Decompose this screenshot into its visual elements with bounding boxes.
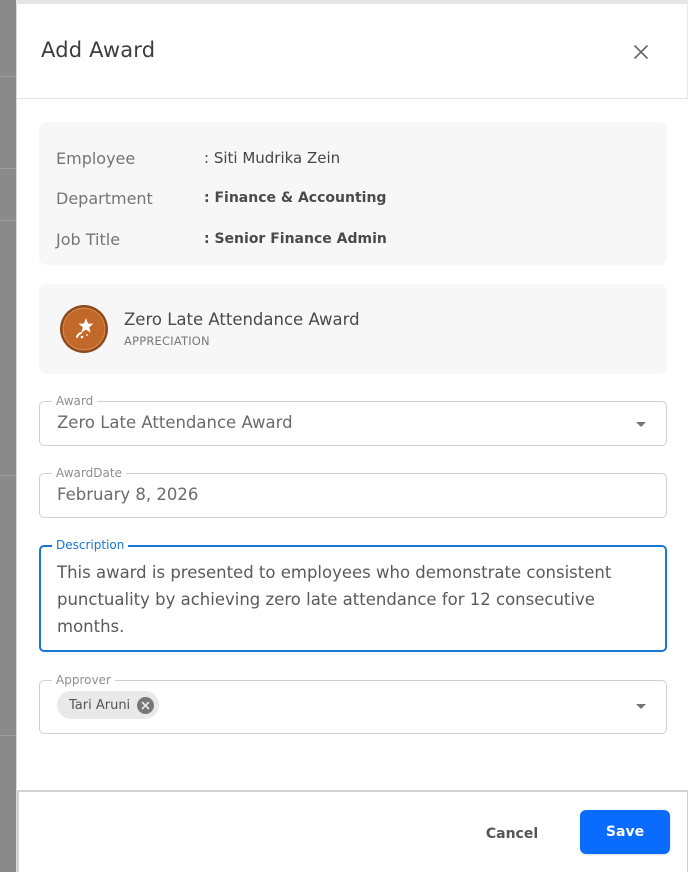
star-medal-icon <box>60 305 108 353</box>
close-button[interactable] <box>629 40 653 64</box>
award-date-label: AwardDate <box>52 466 126 480</box>
approver-select[interactable]: Approver Tari Aruni <box>39 673 667 734</box>
award-select-value: Zero Late Attendance Award <box>57 413 293 432</box>
award-select[interactable]: Award Zero Late Attendance Award <box>39 394 667 446</box>
chevron-down-icon[interactable] <box>636 704 646 709</box>
approver-chip-label: Tari Aruni <box>69 697 131 713</box>
award-date-field[interactable]: AwardDate February 8, 2026 <box>39 466 667 518</box>
save-button[interactable]: Save <box>580 810 670 854</box>
department-row: Department : Finance & Accounting <box>56 187 386 209</box>
award-date-value: February 8, 2026 <box>57 485 199 504</box>
chevron-down-icon[interactable] <box>636 422 646 427</box>
cancel-button[interactable]: Cancel <box>464 814 560 854</box>
award-summary-card: Zero Late Attendance Award APPRECIATION <box>39 284 667 374</box>
approver-label: Approver <box>52 673 115 687</box>
employee-row: Employee : Siti Mudrika Zein <box>56 147 340 169</box>
add-award-dialog: Add Award Employee : Siti Mudrika Zein D… <box>16 4 688 872</box>
award-type: APPRECIATION <box>124 334 210 348</box>
description-value[interactable]: This award is presented to employees who… <box>57 559 647 640</box>
department-label: Department <box>56 188 153 208</box>
award-name: Zero Late Attendance Award <box>124 310 360 329</box>
background-app <box>0 0 16 872</box>
close-icon <box>141 701 150 709</box>
dialog-header: Add Award <box>17 4 688 99</box>
employee-label: Employee <box>56 148 136 168</box>
department-value: : Finance & Accounting <box>204 190 387 206</box>
employee-value: : Siti Mudrika Zein <box>204 149 341 167</box>
description-field[interactable]: Description This award is presented to e… <box>39 538 667 652</box>
employee-info-card: Employee : Siti Mudrika Zein Department … <box>39 122 667 265</box>
description-label: Description <box>52 538 129 552</box>
approver-chip[interactable]: Tari Aruni <box>57 691 160 719</box>
close-icon <box>634 45 648 59</box>
remove-chip-icon[interactable] <box>137 696 155 714</box>
job-title-value: : Senior Finance Admin <box>204 231 387 247</box>
job-title-label: Job Title <box>56 229 121 249</box>
dialog-title: Add Award <box>41 38 156 62</box>
award-select-label: Award <box>52 394 98 408</box>
dialog-footer: Cancel Save <box>17 790 688 872</box>
job-title-row: Job Title : Senior Finance Admin <box>56 228 387 250</box>
